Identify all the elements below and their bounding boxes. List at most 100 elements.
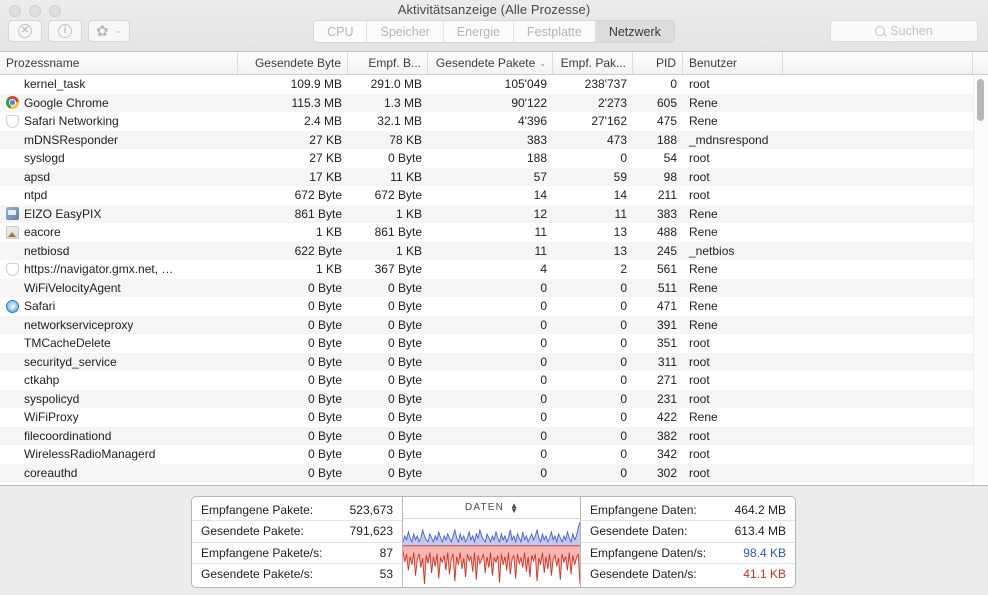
vertical-scrollbar-track[interactable] — [973, 75, 988, 485]
table-row[interactable]: Safari0 Byte0 Byte00471Rene — [0, 297, 988, 316]
packet-stat-value: 87 — [380, 546, 393, 560]
table-row[interactable]: kernel_task109.9 MB291.0 MB105'049238'73… — [0, 75, 988, 94]
data-stat-row: Gesendete Daten:613.4 MB — [581, 521, 795, 542]
network-summary-panel: Empfangene Pakete:523,673Gesendete Paket… — [0, 485, 988, 595]
table-row[interactable]: Safari Networking2.4 MB32.1 MB4'39627'16… — [0, 112, 988, 131]
cell-pid: 561 — [633, 260, 683, 279]
tab-festplatte[interactable]: Festplatte — [514, 21, 596, 42]
search-placeholder: Suchen — [890, 24, 932, 38]
cell-user: root — [683, 75, 783, 94]
cell-process-name: securityd_service — [0, 353, 238, 372]
vertical-scrollbar-thumb[interactable] — [976, 78, 985, 122]
table-row[interactable]: syslogd27 KB0 Byte188054root — [0, 149, 988, 168]
table-row[interactable]: netbiosd622 Byte1 KB1113245_netbios — [0, 242, 988, 261]
table-row[interactable]: eacore1 KB861 Byte1113488Rene — [0, 223, 988, 242]
cell-user: root — [683, 186, 783, 205]
cell-recv_p: 473 — [553, 131, 633, 150]
table-row[interactable]: ntpd672 Byte672 Byte1414211root — [0, 186, 988, 205]
table-row[interactable]: mDNSResponder27 KB78 KB383473188_mdnsres… — [0, 131, 988, 150]
column-header-sent_p[interactable]: Gesendete Pakete⌄ — [428, 52, 553, 74]
packet-stat-label: Empfangene Pakete/s: — [201, 546, 322, 560]
chrome-app-icon — [6, 96, 19, 109]
actions-menu-button[interactable]: ✿ ⌄ — [88, 20, 130, 42]
packet-stat-list: Empfangene Pakete:523,673Gesendete Paket… — [192, 497, 402, 587]
cell-sent_b: 0 Byte — [238, 427, 348, 446]
process-name-label: ctkahp — [24, 373, 59, 387]
cell-recv_b: 0 Byte — [348, 371, 428, 390]
tab-netzwerk[interactable]: Netzwerk — [596, 21, 674, 42]
cell-sent_p: 0 — [428, 445, 553, 464]
cell-sent_p: 0 — [428, 279, 553, 298]
stop-process-button[interactable]: ✕ — [8, 20, 42, 42]
table-row[interactable]: TMCacheDelete0 Byte0 Byte00351root — [0, 334, 988, 353]
process-name-label: https://navigator.gmx.net, … — [24, 262, 173, 276]
cell-process-name: https://navigator.gmx.net, … — [0, 260, 238, 279]
column-header-pid[interactable]: PID — [633, 52, 683, 74]
no-app-icon — [6, 411, 19, 424]
table-row[interactable]: securityd_service0 Byte0 Byte00311root — [0, 353, 988, 372]
process-info-button[interactable]: i — [48, 20, 82, 42]
cell-sent_b: 0 Byte — [238, 390, 348, 409]
cell-pid: 302 — [633, 464, 683, 483]
table-row[interactable]: WiFiProxy0 Byte0 Byte00422Rene — [0, 408, 988, 427]
cell-recv_b: 1.3 MB — [348, 94, 428, 113]
column-header-sent_b[interactable]: Gesendete Byte — [238, 52, 348, 74]
network-activity-graph — [403, 519, 580, 587]
table-row[interactable]: apsd17 KB11 KB575998root — [0, 168, 988, 187]
cell-recv_p: 59 — [553, 168, 633, 187]
cell-sent_b: 622 Byte — [238, 242, 348, 261]
packet-stat-label: Gesendete Pakete: — [201, 524, 304, 538]
column-header-recv_b[interactable]: Empf. B... — [348, 52, 428, 74]
data-stat-value: 41.1 KB — [743, 567, 786, 581]
table-row[interactable]: ctkahp0 Byte0 Byte00271root — [0, 371, 988, 390]
cell-user: root — [683, 445, 783, 464]
column-header-label: Gesendete Pakete — [436, 56, 535, 70]
process-name-label: securityd_service — [24, 355, 117, 369]
table-row[interactable]: coreauthd0 Byte0 Byte00302root — [0, 464, 988, 483]
table-row[interactable]: syspolicyd0 Byte0 Byte00231root — [0, 390, 988, 409]
cell-process-name: syspolicyd — [0, 390, 238, 409]
table-row[interactable]: networkserviceproxy0 Byte0 Byte00391Rene — [0, 316, 988, 335]
stepper-up-down-icon[interactable]: ▲▼ — [510, 503, 518, 513]
process-name-label: netbiosd — [24, 244, 69, 258]
cell-recv_b: 861 Byte — [348, 223, 428, 242]
column-header-name[interactable]: Prozessname — [0, 52, 238, 74]
column-header-label: Empf. B... — [368, 56, 421, 70]
no-app-icon — [6, 392, 19, 405]
table-row[interactable]: WiFiVelocityAgent0 Byte0 Byte00511Rene — [0, 279, 988, 298]
tab-speicher[interactable]: Speicher — [367, 21, 443, 42]
no-app-icon — [6, 281, 19, 294]
column-header-pad[interactable] — [783, 52, 973, 74]
process-name-label: WirelessRadioManagerd — [24, 447, 155, 461]
table-row[interactable]: https://navigator.gmx.net, …1 KB367 Byte… — [0, 260, 988, 279]
cell-padding — [783, 408, 973, 427]
process-name-label: Google Chrome — [24, 96, 109, 110]
table-row[interactable]: WirelessRadioManagerd0 Byte0 Byte00342ro… — [0, 445, 988, 464]
cell-recv_p: 2'273 — [553, 94, 633, 113]
search-field[interactable]: Suchen — [830, 20, 978, 42]
cell-recv_p: 0 — [553, 371, 633, 390]
data-stat-label: Empfangene Daten: — [590, 503, 697, 517]
cell-pid: 391 — [633, 316, 683, 335]
cell-recv_b: 0 Byte — [348, 149, 428, 168]
table-row[interactable]: Google Chrome115.3 MB1.3 MB90'1222'27360… — [0, 94, 988, 113]
column-header-label: Prozessname — [6, 56, 79, 70]
cell-recv_b: 0 Byte — [348, 408, 428, 427]
table-row[interactable]: EIZO EasyPIX861 Byte1 KB1211383Rene — [0, 205, 988, 224]
cell-sent_b: 1 KB — [238, 223, 348, 242]
no-app-icon — [6, 152, 19, 165]
column-header-recv_p[interactable]: Empf. Pak... — [553, 52, 633, 74]
tab-energie[interactable]: Energie — [444, 21, 514, 42]
cell-padding — [783, 242, 973, 261]
column-header-user[interactable]: Benutzer — [683, 52, 783, 74]
tab-cpu[interactable]: CPU — [314, 21, 367, 42]
data-stat-value: 98.4 KB — [743, 546, 786, 560]
cell-sent_b: 27 KB — [238, 131, 348, 150]
table-row[interactable]: filecoordinationd0 Byte0 Byte00382root — [0, 427, 988, 446]
cell-sent_p: 0 — [428, 353, 553, 372]
process-name-label: syspolicyd — [24, 392, 79, 406]
eacore-app-icon — [6, 226, 19, 239]
cell-sent_b: 0 Byte — [238, 464, 348, 483]
cell-padding — [783, 260, 973, 279]
cell-user: root — [683, 464, 783, 483]
